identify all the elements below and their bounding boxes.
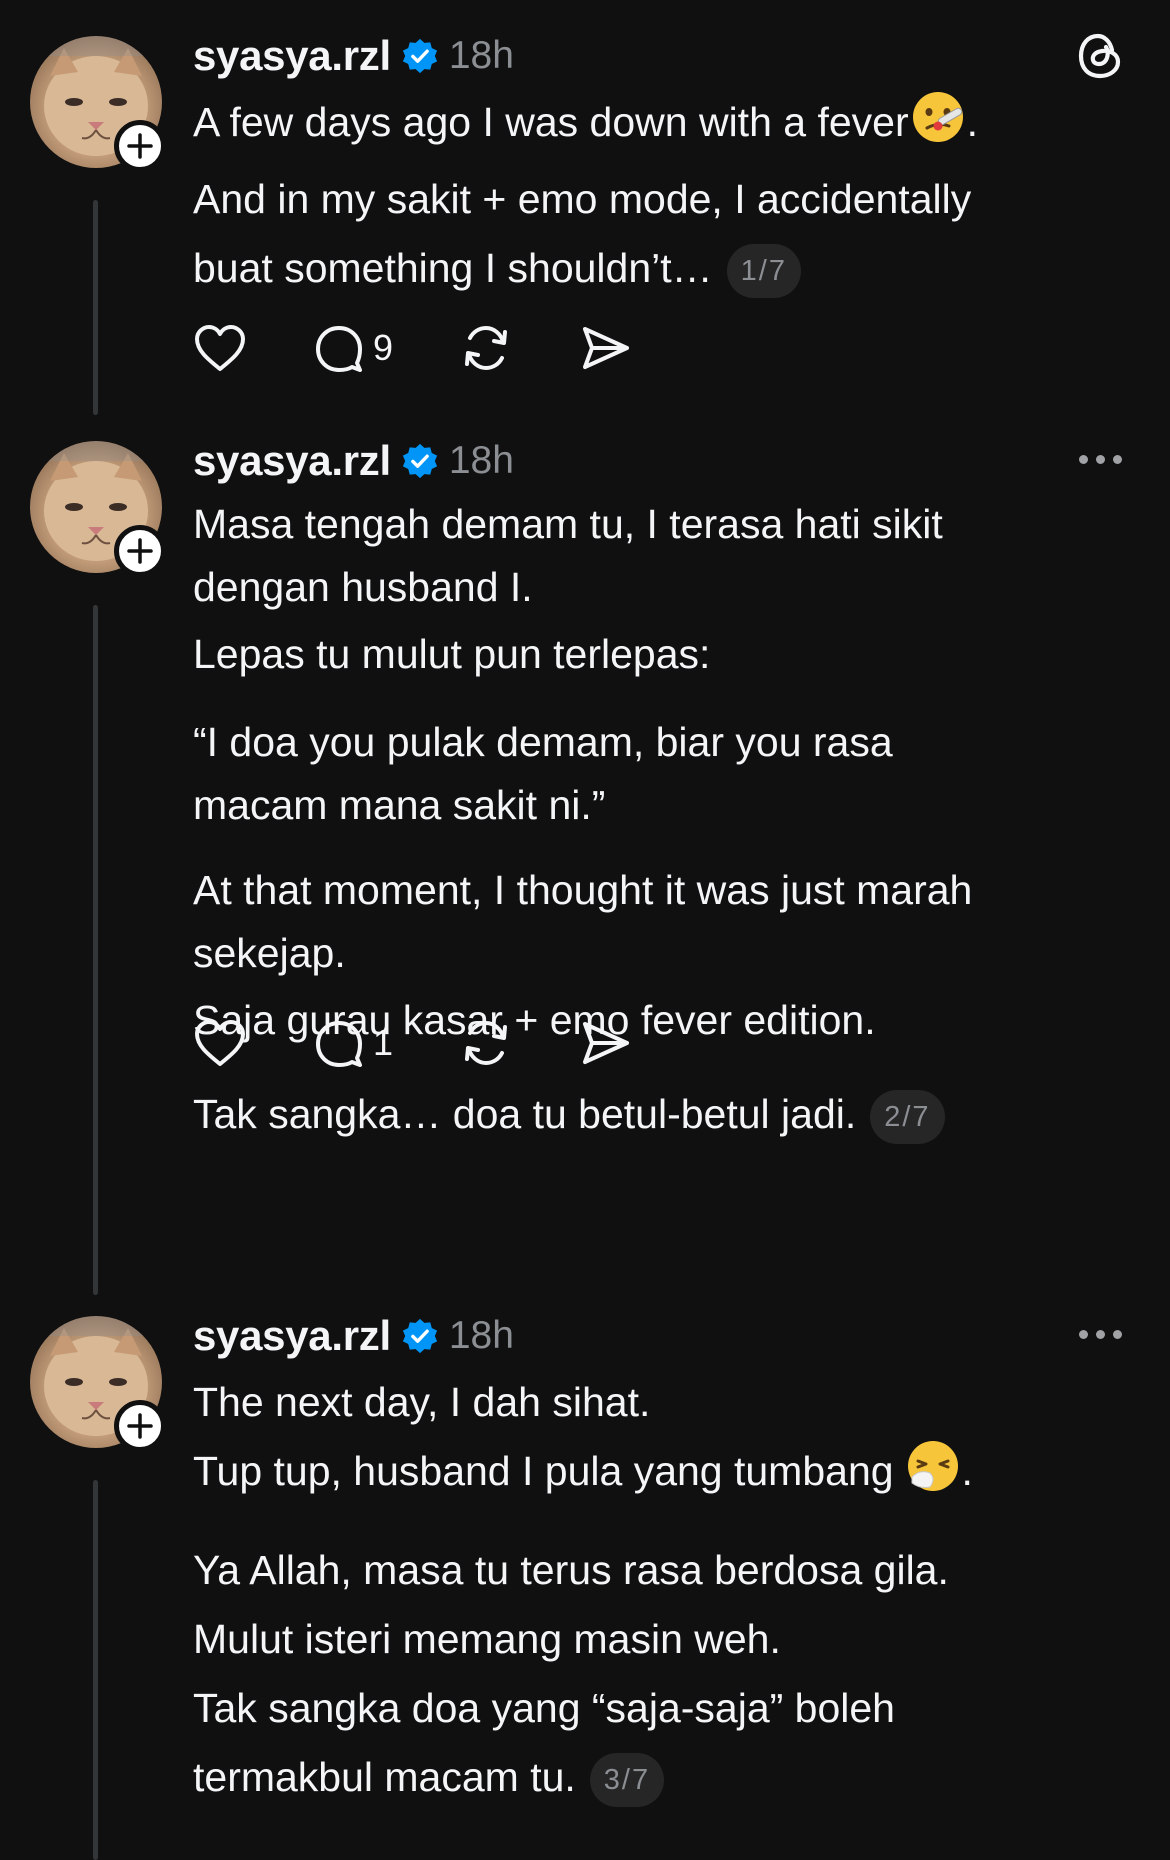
verified-badge-icon	[401, 37, 439, 75]
post-text-line: Tup tup, husband I pula yang tumbang.	[193, 1437, 1128, 1514]
threads-logo-icon[interactable]	[1074, 30, 1126, 87]
face-with-thermometer-icon	[911, 90, 965, 165]
follow-button[interactable]	[114, 1400, 166, 1452]
avatar-container[interactable]	[30, 36, 166, 172]
post-header: syasya.rzl 18h	[193, 30, 514, 82]
post-text-line: Ya Allah, masa tu terus rasa berdosa gil…	[193, 1547, 949, 1593]
username[interactable]: syasya.rzl	[193, 32, 391, 80]
more-options-icon[interactable]	[1079, 455, 1122, 464]
post-text-line: sekejap.	[193, 930, 346, 976]
username[interactable]: syasya.rzl	[193, 437, 391, 485]
heart-icon	[195, 1020, 245, 1066]
plus-icon	[127, 1413, 153, 1439]
post-text-line: A few days ago I was down with a fever.	[193, 88, 1128, 165]
plus-icon	[127, 538, 153, 564]
share-button[interactable]	[579, 318, 633, 378]
thread-counter-badge: 2/7	[870, 1090, 945, 1144]
post-time: 18h	[448, 34, 514, 77]
post-text-line: Tak sangka doa yang “saja-saja” boleh	[193, 1685, 895, 1731]
post-actions: 9	[193, 318, 633, 378]
post-time: 18h	[448, 1314, 514, 1357]
send-icon	[583, 1022, 630, 1064]
like-button[interactable]	[193, 1013, 247, 1073]
thread-connector-line	[93, 200, 98, 415]
post-text-line: macam mana sakit ni.”	[193, 782, 606, 828]
reply-count: 1	[373, 1022, 394, 1063]
plus-icon	[127, 133, 153, 159]
follow-button[interactable]	[114, 120, 166, 172]
post-text-line: Masa tengah demam tu, I terasa hati siki…	[193, 501, 943, 547]
verified-badge-icon	[401, 442, 439, 480]
post-time: 18h	[448, 439, 514, 482]
avatar-container[interactable]	[30, 1316, 166, 1452]
comment-icon	[316, 1021, 362, 1067]
post-body: The next day, I dah sihat. Tup tup, husb…	[193, 1368, 1128, 1812]
username[interactable]: syasya.rzl	[193, 1312, 391, 1360]
reply-button[interactable]: 9	[313, 318, 393, 378]
post-actions: 1	[193, 1013, 633, 1073]
repost-button[interactable]	[459, 318, 513, 378]
post-text-line: Lepas tu mulut pun terlepas:	[193, 631, 711, 677]
like-button[interactable]	[193, 318, 247, 378]
reply-count: 9	[373, 327, 394, 368]
thread-connector-line	[93, 605, 98, 1295]
post-header: syasya.rzl 18h	[193, 435, 514, 487]
reply-button[interactable]: 1	[313, 1013, 393, 1073]
post-text-line: And in my sakit + emo mode, I accidental…	[193, 176, 972, 222]
post-text-line: buat something I shouldn’t… 1/7	[193, 234, 1128, 303]
sneezing-face-icon	[906, 1439, 960, 1514]
post-text-line: The next day, I dah sihat.	[193, 1379, 651, 1425]
repost-icon	[465, 1020, 508, 1066]
avatar-container[interactable]	[30, 441, 166, 577]
thread-post: syasya.rzl 18h Masa tengah demam tu, I t…	[0, 405, 1170, 1295]
comment-icon	[316, 326, 362, 372]
post-text-line: dengan husband I.	[193, 564, 533, 610]
thread-counter-badge: 3/7	[589, 1753, 665, 1807]
more-options-icon[interactable]	[1079, 1330, 1122, 1339]
post-text-line: At that moment, I thought it was just ma…	[193, 867, 973, 913]
thread-post: syasya.rzl 18h The next day, I dah sihat…	[0, 1280, 1170, 1860]
follow-button[interactable]	[114, 525, 166, 577]
repost-icon	[465, 325, 508, 371]
post-text-line: Tak sangka… doa tu betul-betul jadi. 2/7	[193, 1083, 1128, 1146]
post-text-line: Mulut isteri memang masin weh.	[193, 1616, 781, 1662]
thread-post: syasya.rzl 18h A few days ago I was down…	[0, 0, 1170, 420]
post-header: syasya.rzl 18h	[193, 1310, 514, 1362]
post-body: A few days ago I was down with a fever. …	[193, 88, 1128, 303]
verified-badge-icon	[401, 1317, 439, 1355]
send-icon	[583, 327, 630, 369]
repost-button[interactable]	[459, 1013, 513, 1073]
post-text-line: “I doa you pulak demam, biar you rasa	[193, 719, 893, 765]
heart-icon	[195, 325, 245, 371]
thread-feed: syasya.rzl 18h A few days ago I was down…	[0, 0, 1170, 1860]
thread-counter-badge: 1/7	[726, 244, 801, 298]
share-button[interactable]	[579, 1013, 633, 1073]
thread-connector-line	[93, 1480, 98, 1860]
post-text-line: termakbul macam tu. 3/7	[193, 1743, 1128, 1812]
